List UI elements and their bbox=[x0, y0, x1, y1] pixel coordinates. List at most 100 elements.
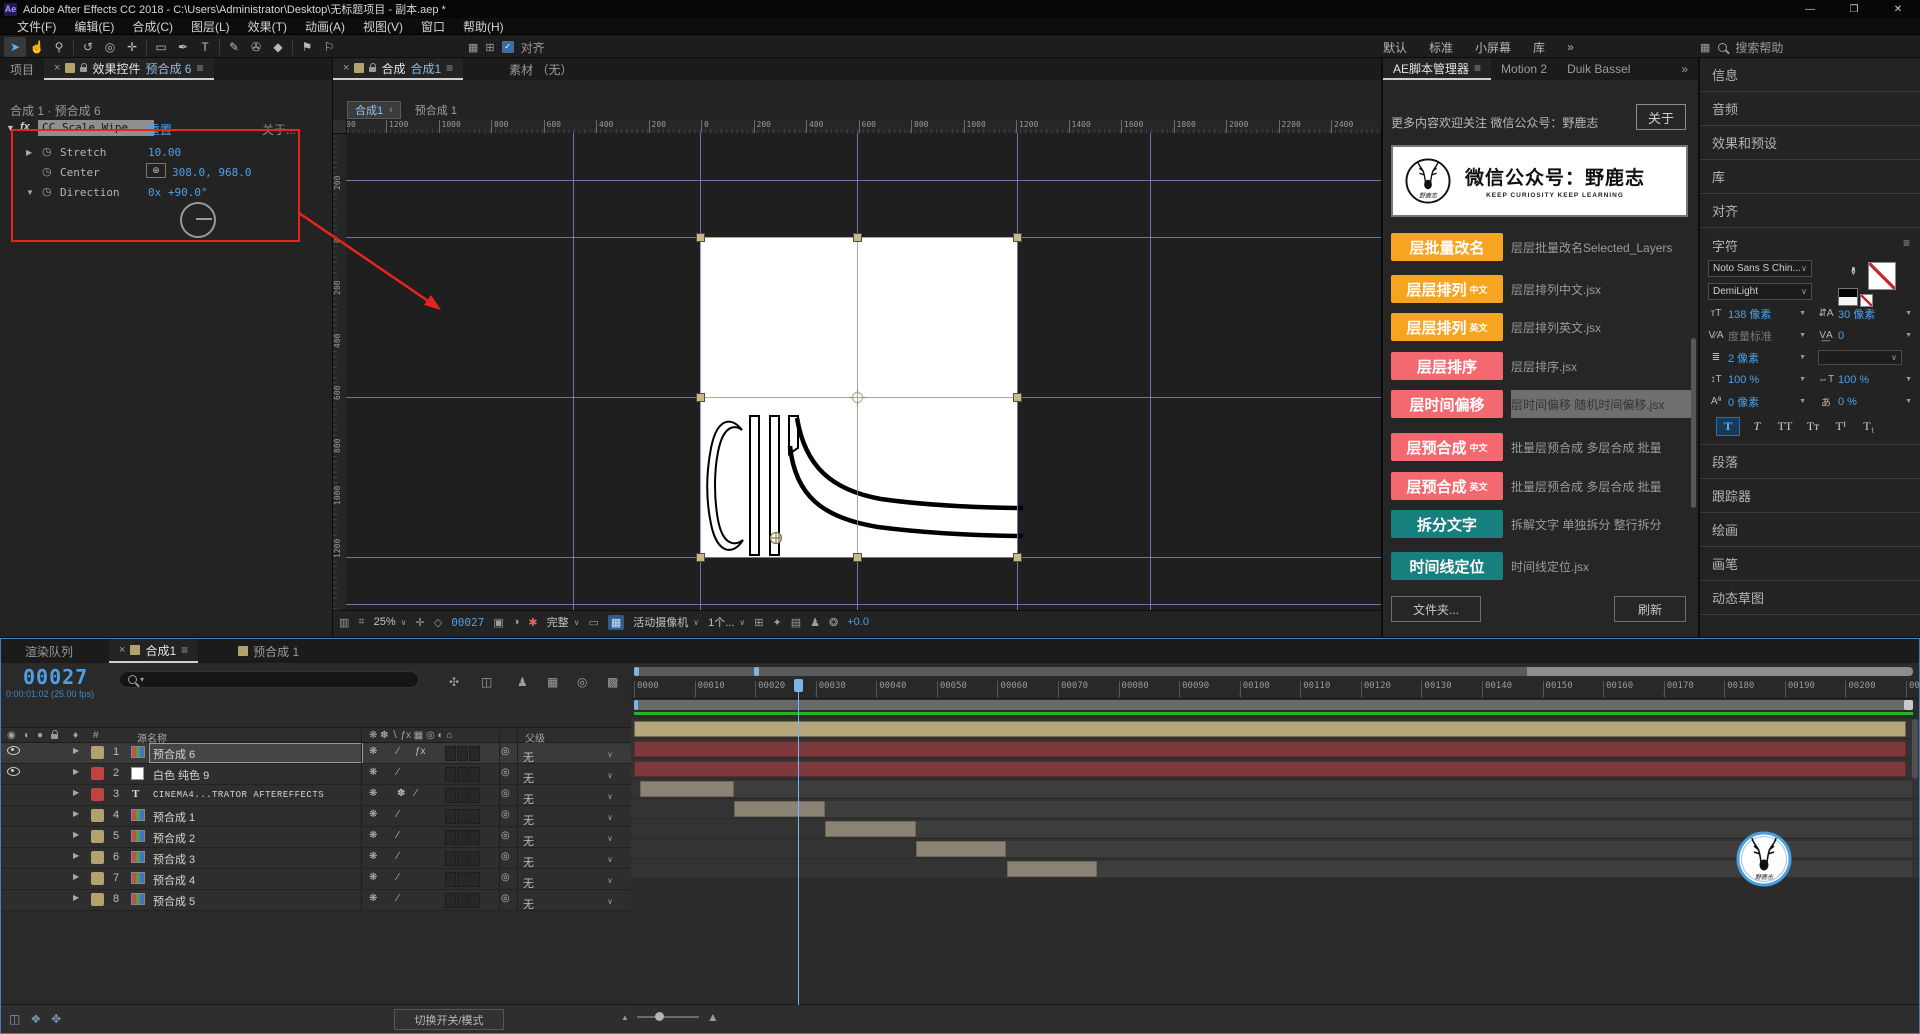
close-icon[interactable]: × bbox=[54, 62, 60, 74]
expander-arrow-icon[interactable]: ▶ bbox=[73, 893, 79, 902]
script-button-9[interactable]: 时间线定位 bbox=[1391, 552, 1503, 580]
draft-3d-icon[interactable]: ◫ bbox=[481, 675, 492, 689]
effect-control-point-icon[interactable] bbox=[769, 531, 783, 545]
reset-effect-link[interactable]: 重置 bbox=[148, 121, 172, 138]
switch-box[interactable] bbox=[457, 830, 468, 845]
resolution-select[interactable]: 完整∨ bbox=[547, 614, 580, 630]
layer-duration-bar[interactable] bbox=[1007, 861, 1098, 877]
menu-文件(F)[interactable]: 文件(F) bbox=[8, 18, 65, 35]
menu-图层(L)[interactable]: 图层(L) bbox=[182, 18, 239, 35]
parent-pickwhip-icon[interactable]: ◎ bbox=[501, 767, 510, 778]
time-ruler[interactable]: 0000000100002000030000400005000060000700… bbox=[631, 679, 1919, 699]
eraser-tool[interactable]: ◆ bbox=[267, 37, 289, 57]
switch-fan-icon[interactable]: ❋ bbox=[369, 788, 377, 799]
tab-script-manager[interactable]: AE脚本管理器 ≡ bbox=[1383, 58, 1491, 80]
layer-name[interactable]: 预合成 1 bbox=[153, 809, 195, 825]
script-button-1[interactable]: 层批量改名 bbox=[1391, 233, 1503, 261]
timeline-track-row[interactable] bbox=[631, 719, 1919, 739]
panel-menu-icon[interactable]: ≡ bbox=[1474, 61, 1481, 75]
parent-select[interactable]: 无∨ bbox=[523, 872, 615, 887]
switch-box[interactable] bbox=[469, 767, 480, 782]
label-color-chip[interactable] bbox=[91, 851, 104, 864]
puppet-pin-tool[interactable]: ⚑ bbox=[296, 37, 318, 57]
layer-row[interactable]: ▶5预合成 2❋∕◎无∨ bbox=[1, 827, 631, 848]
horizontal-ruler[interactable]: 1400120010008006004002000200400600800100… bbox=[346, 120, 1381, 134]
switch-fan-icon[interactable]: ❋ bbox=[369, 872, 377, 883]
center-value[interactable]: 308.0, 968.0 bbox=[172, 166, 251, 179]
panel-menu-icon[interactable]: ≡ bbox=[446, 61, 453, 75]
faux-style-button[interactable]: T bbox=[1716, 417, 1740, 436]
layer-duration-bar[interactable] bbox=[825, 821, 916, 837]
horizontal-scale-field[interactable]: ⇔T100 %▼ bbox=[1818, 372, 1918, 387]
timeline-track-row[interactable] bbox=[631, 759, 1919, 779]
current-frame[interactable]: 00027 bbox=[451, 616, 484, 629]
selection-handle[interactable] bbox=[1013, 553, 1022, 562]
type-tool[interactable]: T bbox=[194, 37, 216, 57]
script-button-6[interactable]: 层预合成中文 bbox=[1391, 433, 1503, 461]
motion-blur-icon[interactable]: ◎ bbox=[577, 675, 587, 689]
view-layout-select[interactable]: 1个...∨ bbox=[708, 614, 745, 630]
workspace-标准[interactable]: 标准 bbox=[1429, 39, 1475, 56]
layer-row[interactable]: ▶7预合成 4❋∕◎无∨ bbox=[1, 869, 631, 890]
layer-name[interactable]: 预合成 6 bbox=[153, 746, 195, 762]
expander-icon[interactable]: ▼ bbox=[26, 188, 34, 197]
close-button[interactable]: ✕ bbox=[1876, 0, 1920, 18]
zoom-tool[interactable]: ⚲ bbox=[48, 37, 70, 57]
bw-swatch[interactable] bbox=[1838, 288, 1858, 306]
layered-view-icon[interactable]: ▥ bbox=[339, 616, 349, 629]
work-area-bar[interactable] bbox=[634, 700, 1913, 710]
layer-row[interactable]: ▶3TCINEMA4...TRATOR AFTEREFFECTS❋✽∕◎无∨ bbox=[1, 785, 631, 806]
channels-icon[interactable]: ✱ bbox=[528, 616, 537, 629]
switch-box[interactable] bbox=[445, 809, 456, 824]
faux-style-button[interactable]: T bbox=[1746, 418, 1768, 435]
panel-section-动态草图[interactable]: 动态草图 bbox=[1700, 581, 1920, 615]
faux-style-button[interactable]: T₁ bbox=[1858, 418, 1880, 435]
camera-select[interactable]: 活动摄像机∨ bbox=[633, 614, 699, 630]
timeline-vertical-scrollbar[interactable] bbox=[1912, 719, 1918, 779]
toggle-switches-modes-button[interactable]: 切换开关/模式 bbox=[394, 1009, 504, 1030]
switch-slash-icon[interactable]: ∕ bbox=[397, 851, 399, 862]
parent-pickwhip-icon[interactable]: ◎ bbox=[501, 872, 510, 883]
switch-slash-icon[interactable]: ∕ bbox=[397, 893, 399, 904]
selection-handle[interactable] bbox=[696, 393, 705, 402]
vertical-scale-field[interactable]: ↕T100 %▼ bbox=[1708, 372, 1812, 387]
switch-box[interactable] bbox=[445, 830, 456, 845]
exposure-value[interactable]: +0.0 bbox=[847, 616, 869, 628]
parent-select[interactable]: 无∨ bbox=[523, 851, 615, 866]
parent-select[interactable]: 无∨ bbox=[523, 893, 615, 908]
parent-pickwhip-icon[interactable]: ◎ bbox=[501, 746, 510, 757]
tsume-field[interactable]: あ0 %▼ bbox=[1818, 394, 1918, 409]
timeline-track-row[interactable] bbox=[631, 779, 1919, 799]
menu-效果(T)[interactable]: 效果(T) bbox=[239, 18, 296, 35]
switch-box[interactable] bbox=[445, 788, 456, 803]
menu-视图(V)[interactable]: 视图(V) bbox=[354, 18, 412, 35]
frame-counter[interactable]: 00027 bbox=[23, 665, 88, 689]
lock-icon[interactable] bbox=[80, 67, 87, 72]
timeline-track-row[interactable] bbox=[631, 739, 1919, 759]
brainstorm-icon[interactable]: ✥ bbox=[51, 1012, 61, 1026]
panel-menu-icon[interactable]: ≡ bbox=[196, 61, 203, 75]
switch-box[interactable] bbox=[457, 851, 468, 866]
tracking-field[interactable]: V͟A0▼ bbox=[1818, 328, 1918, 343]
script-button-5[interactable]: 层时间偏移 bbox=[1391, 390, 1503, 418]
tab-timeline-comp1[interactable]: × 合成1 ≡ bbox=[109, 639, 198, 663]
show-snapshot-icon[interactable]: ◑ bbox=[513, 616, 520, 628]
layer-row[interactable]: ▶2白色 纯色 9❋∕◎无∨ bbox=[1, 764, 631, 785]
parent-select[interactable]: 无∨ bbox=[523, 788, 615, 803]
pixel-aspect-icon[interactable]: ⊞ bbox=[754, 616, 763, 629]
script-button-7[interactable]: 层预合成英文 bbox=[1391, 472, 1503, 500]
parent-select[interactable]: 无∨ bbox=[523, 830, 615, 845]
tab-timeline-precomp1[interactable]: 预合成 1 bbox=[228, 639, 309, 663]
switch-star-icon[interactable]: ✽ bbox=[397, 788, 405, 799]
switch-box[interactable] bbox=[469, 872, 480, 887]
font-style-select[interactable]: DemiLight∨ bbox=[1708, 283, 1812, 300]
mini-none-swatch[interactable] bbox=[1860, 294, 1873, 307]
parent-pickwhip-icon[interactable]: ◎ bbox=[501, 851, 510, 862]
fill-none-swatch[interactable] bbox=[1868, 262, 1896, 290]
workspace-小屏幕[interactable]: 小屏幕 bbox=[1475, 39, 1533, 56]
restore-button[interactable]: ❐ bbox=[1832, 0, 1876, 18]
expander-arrow-icon[interactable]: ▶ bbox=[73, 872, 79, 881]
close-icon[interactable]: × bbox=[119, 644, 125, 656]
layer-name[interactable]: 预合成 3 bbox=[153, 851, 195, 867]
script-button-3[interactable]: 层层排列英文 bbox=[1391, 313, 1503, 341]
